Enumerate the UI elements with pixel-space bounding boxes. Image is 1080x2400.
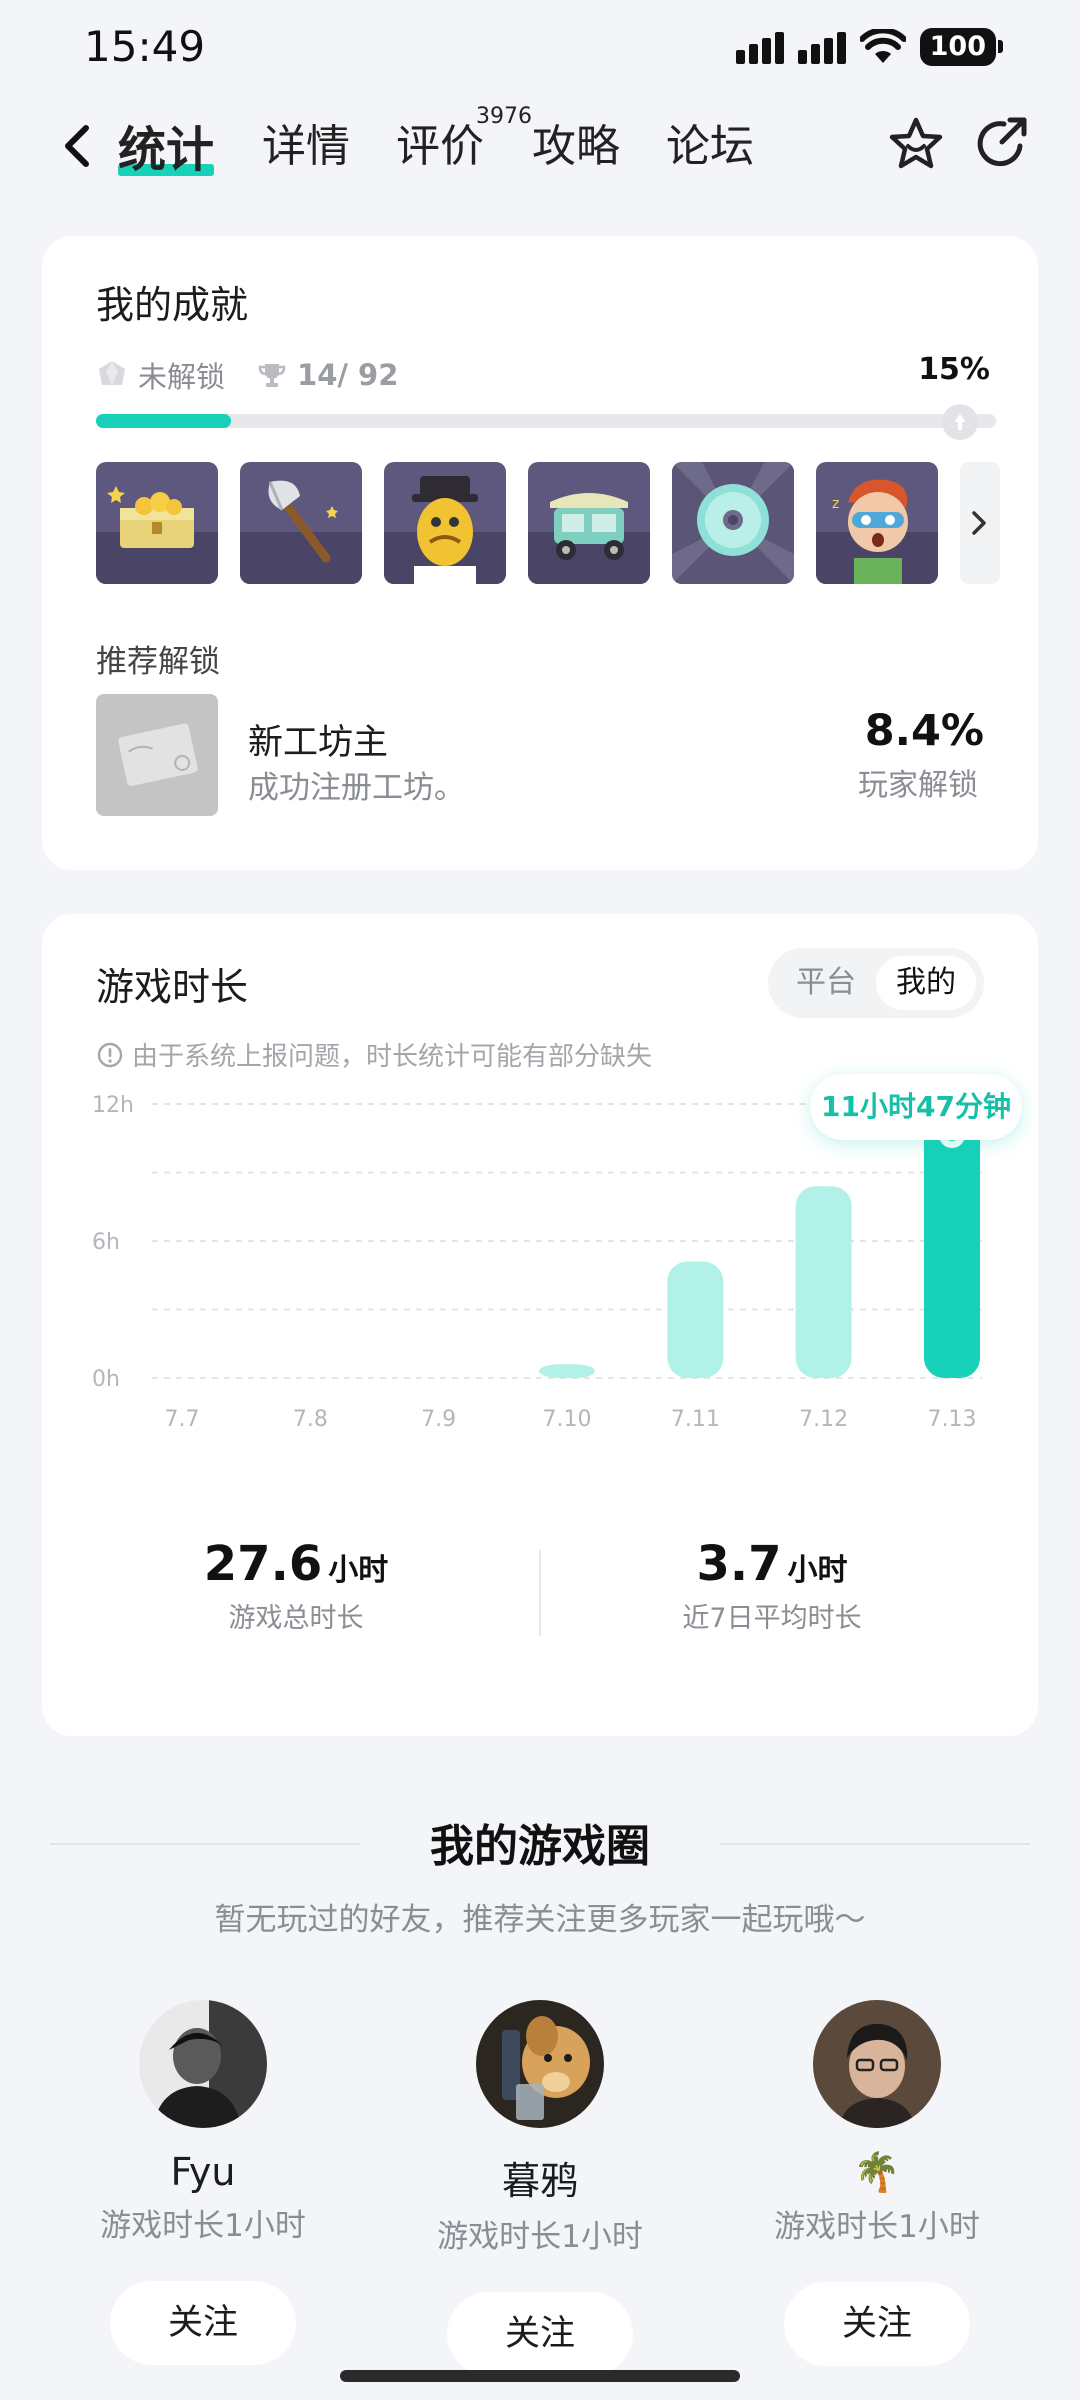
- tuk-tuk-badge[interactable]: [528, 462, 650, 584]
- more-badges-button[interactable]: [960, 462, 1000, 584]
- notice-text: 由于系统上报问题，时长统计可能有部分缺失: [132, 1042, 653, 1072]
- recommend-achievement-description: 成功注册工坊。: [248, 770, 465, 806]
- treasure-chest-badge[interactable]: [96, 462, 218, 584]
- chart-tooltip: 11小时47分钟: [810, 1074, 1022, 1140]
- avatar[interactable]: [476, 2000, 604, 2128]
- total-playtime-stat: 27.6 小时 游戏总时长: [96, 1536, 496, 1635]
- status-icons: 100: [735, 28, 1004, 66]
- status-time: 15:49: [84, 22, 206, 71]
- sleepy-face-badge[interactable]: z: [816, 462, 938, 584]
- recommend-achievement-thumbnail[interactable]: [96, 694, 218, 816]
- chart-xtick-label: 7.7: [165, 1407, 200, 1432]
- tab-details[interactable]: 详情: [262, 110, 350, 174]
- chart-xtick-label: 7.13: [928, 1407, 977, 1432]
- locked-label: 未解锁: [138, 360, 226, 394]
- chart-bar: [667, 1261, 724, 1378]
- friend-playtime: 游戏时长1小时: [100, 2208, 306, 2244]
- achievement-count: 14/ 92: [297, 358, 399, 392]
- chevron-right-icon: [972, 511, 986, 535]
- friend-card: 暮鸦 游戏时长1小时 关注: [375, 2000, 705, 2376]
- share-icon[interactable]: [970, 112, 1034, 176]
- achievements-meta: 未解锁 14/ 92: [96, 354, 398, 396]
- friend-card: Fyu 游戏时长1小时 关注: [38, 2000, 368, 2365]
- home-indicator: [340, 2370, 740, 2382]
- avatar[interactable]: [813, 2000, 941, 2128]
- average-playtime-label: 近7日平均时长: [682, 1603, 862, 1634]
- recommend-label: 推荐解锁: [96, 644, 220, 680]
- game-circle-title: 我的游戏圈: [430, 1821, 650, 1872]
- tab-forum[interactable]: 论坛: [666, 110, 754, 174]
- friend-card: 🌴 游戏时长1小时 关注: [712, 2000, 1042, 2366]
- top-navigation: 统计 详情 评价 3976 攻略 论坛: [0, 100, 1080, 210]
- achievement-progress-fill: [96, 414, 231, 428]
- chart-ytick-label: 12h: [92, 1093, 134, 1118]
- game-circle-subtitle: 暂无玩过的好友，推荐关注更多玩家一起玩哦～: [214, 1902, 866, 1938]
- playtime-title: 游戏时长: [96, 965, 249, 1009]
- average-playtime-stat: 3.7 小时 近7日平均时长: [572, 1536, 972, 1635]
- character-badge[interactable]: [384, 462, 506, 584]
- recommend-unlock-label: 玩家解锁: [858, 768, 978, 803]
- chart-xtick-label: 7.12: [799, 1407, 848, 1432]
- achievement-badges: z: [96, 462, 938, 584]
- total-playtime-value: 27.6: [203, 1536, 323, 1592]
- average-playtime-value: 3.7: [696, 1536, 782, 1592]
- chart-xtick-label: 7.11: [671, 1407, 720, 1432]
- toggle-mine[interactable]: 我的: [876, 956, 976, 1010]
- toggle-platform[interactable]: 平台: [776, 956, 876, 1010]
- tab-guides[interactable]: 攻略: [532, 110, 620, 174]
- average-playtime-unit: 小时: [787, 1553, 848, 1588]
- chart-bar: [539, 1364, 595, 1378]
- friend-playtime: 游戏时长1小时: [437, 2219, 643, 2255]
- arrow-up-icon: [954, 414, 966, 430]
- tab-reviews[interactable]: 评价: [396, 110, 484, 174]
- achievement-progress-bar: [96, 414, 996, 428]
- disc-badge[interactable]: [672, 462, 794, 584]
- chart-ytick-label: 0h: [92, 1367, 120, 1392]
- playtime-toggle: 平台 我的: [768, 948, 984, 1018]
- recommend-unlock-percent: 8.4%: [864, 706, 984, 756]
- chart-bar: [795, 1186, 852, 1378]
- stat-divider: [539, 1550, 541, 1636]
- friend-name: 🌴: [853, 2150, 901, 2194]
- playtime-card: 游戏时长 平台 我的 由于系统上报问题，时长统计可能有部分缺失 0h 6h 12h 7…: [42, 914, 1038, 1736]
- follow-button[interactable]: 关注: [784, 2282, 970, 2366]
- friend-name: Fyu: [170, 2150, 236, 2194]
- chart-xtick-label: 7.8: [293, 1407, 328, 1432]
- chart-bar-highlight: [924, 1109, 980, 1378]
- svg-text:z: z: [832, 496, 839, 512]
- cellular-signal-icon: [735, 30, 784, 64]
- achievements-card: 我的成就 未解锁 14/ 92 15% z 推荐解锁 新工坊主 成功注册工坊。 …: [42, 236, 1038, 870]
- total-playtime-label: 游戏总时长: [228, 1603, 364, 1634]
- follow-button[interactable]: 关注: [110, 2281, 296, 2365]
- avatar[interactable]: [139, 2000, 267, 2128]
- data-notice: 由于系统上报问题，时长统计可能有部分缺失: [96, 1036, 652, 1073]
- achievements-title: 我的成就: [96, 283, 249, 327]
- recommend-achievement-name: 新工坊主: [248, 723, 389, 763]
- status-bar: 15:49 100: [0, 0, 1080, 100]
- total-playtime-unit: 小时: [328, 1553, 389, 1588]
- chart-ytick-label: 6h: [92, 1230, 120, 1255]
- progress-end-marker: [942, 404, 978, 440]
- tab-statistics-label: 统计: [118, 122, 215, 178]
- locked-gem-icon: [99, 361, 125, 385]
- battery-indicator: 100: [919, 28, 1004, 66]
- chart-xtick-label: 7.10: [543, 1407, 592, 1432]
- wifi-icon: [859, 29, 906, 63]
- follow-button[interactable]: 关注: [447, 2292, 633, 2376]
- trophy-icon: [258, 364, 286, 387]
- info-icon: [97, 1042, 123, 1067]
- axe-badge[interactable]: [240, 462, 362, 584]
- cellular-signal-icon-2: [797, 30, 846, 64]
- favorite-star-icon[interactable]: [884, 112, 948, 176]
- chart-xtick-label: 7.9: [421, 1407, 456, 1432]
- back-arrow-icon[interactable]: [48, 116, 108, 176]
- game-circle-header: 我的游戏圈: [0, 1810, 1080, 1874]
- friend-playtime: 游戏时长1小时: [774, 2209, 980, 2245]
- review-count-badge: 3976: [476, 104, 532, 129]
- tab-statistics[interactable]: 统计: [118, 110, 215, 180]
- friend-name: 暮鸦: [501, 2159, 578, 2203]
- achievement-percent: 15%: [918, 352, 990, 387]
